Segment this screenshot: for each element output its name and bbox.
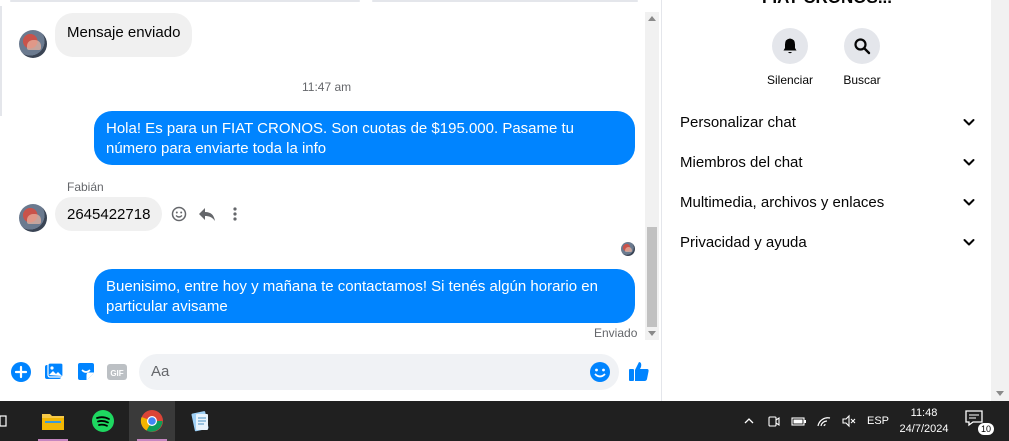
section-label: Miembros del chat: [680, 153, 803, 171]
chevron-down-icon: [962, 155, 976, 169]
meet-now-icon[interactable]: [763, 410, 785, 432]
chevron-down-icon: [962, 195, 976, 209]
notepad-icon[interactable]: [178, 401, 224, 441]
chat-area: Mensaje enviado 11:47 am Hola! Es para u…: [0, 0, 662, 401]
scroll-down-icon[interactable]: [648, 331, 656, 336]
messenger-window: Mensaje enviado 11:47 am Hola! Es para u…: [0, 0, 1009, 401]
avatar[interactable]: [19, 204, 47, 232]
reply-icon[interactable]: [198, 205, 216, 223]
delivery-status: Enviado: [594, 326, 638, 340]
conversation-details-panel: FIAT CRONOS... Silenciar Buscar Personal…: [663, 0, 991, 401]
add-icon[interactable]: [9, 360, 33, 384]
page-scrollbar[interactable]: [991, 0, 1009, 401]
react-icon[interactable]: [170, 205, 188, 223]
language-indicator[interactable]: ESP: [863, 410, 893, 432]
section-customize-chat[interactable]: Personalizar chat: [680, 102, 976, 142]
message-actions: [170, 205, 244, 223]
message-bubble-outgoing[interactable]: Buenisimo, entre hoy y mañana te contact…: [94, 269, 635, 323]
message-timestamp: 11:47 am: [302, 80, 352, 94]
section-label: Personalizar chat: [680, 113, 796, 131]
notification-count-badge: 10: [977, 423, 994, 435]
spotify-icon[interactable]: [80, 401, 126, 441]
emoji-icon[interactable]: [588, 360, 612, 384]
message-bubble-outgoing[interactable]: Hola! Es para un FIAT CRONOS. Son cuotas…: [94, 111, 635, 165]
search-icon: [844, 28, 880, 64]
sender-name: Fabián: [67, 180, 104, 194]
conversation-title: FIAT CRONOS...: [663, 0, 991, 8]
volume-muted-icon[interactable]: [838, 410, 860, 432]
message-text: 2645422718: [67, 206, 151, 223]
mute-label: Silenciar: [766, 73, 814, 87]
photo-icon[interactable]: [42, 360, 66, 384]
bell-icon: [772, 28, 808, 64]
section-label: Privacidad y ayuda: [680, 233, 807, 251]
chevron-up-icon[interactable]: [738, 410, 760, 432]
message-input[interactable]: Aa: [139, 354, 619, 390]
message-text: Hola! Es para un FIAT CRONOS. Son cuotas…: [106, 120, 575, 157]
left-edge-line: [0, 6, 2, 116]
message-list[interactable]: Mensaje enviado 11:47 am Hola! Es para u…: [0, 0, 645, 343]
gif-icon[interactable]: GIF: [105, 360, 129, 384]
section-privacy-help[interactable]: Privacidad y ayuda: [680, 222, 976, 262]
section-media-files-links[interactable]: Multimedia, archivos y enlaces: [680, 182, 976, 222]
file-explorer-icon[interactable]: [30, 401, 76, 441]
more-options-icon[interactable]: [226, 205, 244, 223]
chevron-down-icon: [962, 235, 976, 249]
search-label: Buscar: [843, 73, 881, 87]
clock-date: 24/7/2024: [899, 423, 949, 435]
composer: GIF Aa: [0, 343, 662, 401]
svg-text:GIF: GIF: [110, 369, 123, 378]
like-icon[interactable]: [627, 359, 651, 383]
clock-time: 11:48: [910, 407, 938, 419]
taskbar: ESP 11:48 24/7/2024 10: [0, 401, 1009, 441]
message-input-placeholder: Aa: [151, 363, 170, 380]
chevron-down-icon: [962, 115, 976, 129]
battery-icon[interactable]: [788, 410, 810, 432]
wifi-icon[interactable]: [813, 410, 835, 432]
top-divider: [0, 0, 645, 8]
sticker-icon[interactable]: [74, 360, 98, 384]
mute-button[interactable]: Silenciar: [750, 28, 830, 87]
message-bubble-incoming[interactable]: Mensaje enviado: [55, 13, 193, 57]
message-bubble-incoming[interactable]: 2645422718: [55, 197, 163, 231]
scroll-up-icon[interactable]: [648, 16, 656, 21]
notification-center-icon[interactable]: 10: [964, 409, 994, 435]
message-text: Mensaje enviado: [67, 24, 181, 41]
scroll-down-icon[interactable]: [996, 391, 1004, 396]
avatar[interactable]: [19, 30, 47, 58]
language-label: ESP: [866, 415, 889, 427]
task-view-icon[interactable]: [0, 401, 14, 441]
chrome-icon[interactable]: [129, 401, 175, 441]
search-button[interactable]: Buscar: [822, 28, 902, 87]
section-label: Multimedia, archivos y enlaces: [680, 193, 885, 211]
scrollbar-thumb[interactable]: [647, 227, 657, 327]
chat-scrollbar[interactable]: [645, 12, 659, 340]
seen-avatar: [621, 242, 635, 256]
clock[interactable]: 11:48 24/7/2024: [890, 405, 958, 437]
message-text: Buenisimo, entre hoy y mañana te contact…: [106, 278, 598, 315]
system-tray: ESP: [738, 401, 896, 441]
section-chat-members[interactable]: Miembros del chat: [680, 142, 976, 182]
